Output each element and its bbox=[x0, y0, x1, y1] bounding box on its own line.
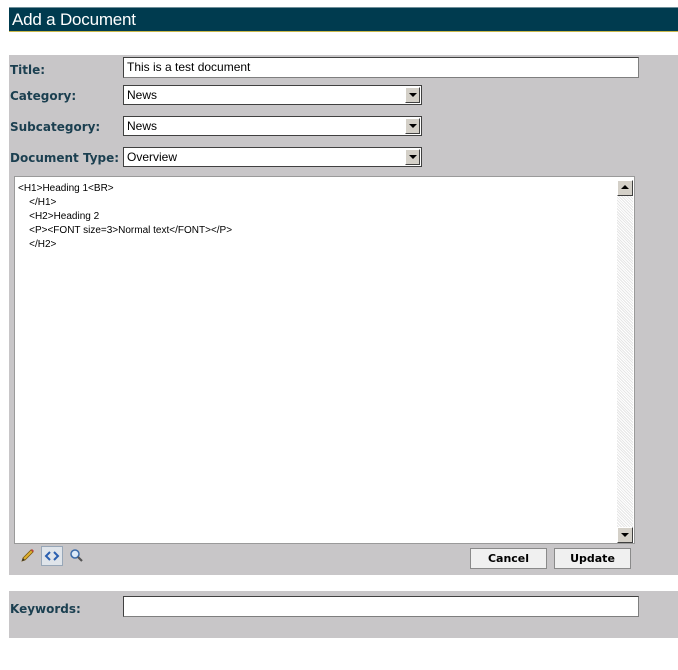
page-header: Add a Document bbox=[9, 7, 678, 32]
pencil-icon[interactable] bbox=[17, 546, 39, 566]
category-select[interactable]: News bbox=[123, 85, 422, 105]
title-input-value: This is a test document bbox=[127, 60, 251, 74]
title-label: Title: bbox=[10, 63, 46, 77]
chevron-down-icon[interactable] bbox=[405, 149, 420, 165]
editor-content[interactable]: <H1>Heading 1<BR> </H1> <H2>Heading 2 <P… bbox=[18, 182, 232, 252]
editor-scrollbar[interactable] bbox=[617, 180, 633, 543]
chevron-down-icon[interactable] bbox=[405, 87, 420, 103]
editor-toolbar: Cancel Update bbox=[14, 544, 635, 569]
subcategory-select-value: News bbox=[127, 119, 158, 133]
title-input[interactable]: This is a test document bbox=[123, 57, 639, 78]
document-type-label: Document Type: bbox=[10, 151, 120, 165]
code-view-icon[interactable] bbox=[41, 546, 63, 566]
update-button[interactable]: Update bbox=[554, 548, 631, 569]
document-type-select[interactable]: Overview bbox=[123, 147, 422, 167]
cancel-button[interactable]: Cancel bbox=[470, 548, 547, 569]
keywords-panel: Keywords: bbox=[9, 591, 678, 638]
preview-icon[interactable] bbox=[66, 546, 88, 566]
scroll-up-icon[interactable] bbox=[617, 180, 633, 196]
keywords-input[interactable] bbox=[123, 596, 639, 617]
keywords-label: Keywords: bbox=[10, 602, 81, 616]
subcategory-label: Subcategory: bbox=[10, 120, 101, 134]
document-type-select-value: Overview bbox=[127, 150, 178, 164]
scroll-down-icon[interactable] bbox=[617, 527, 633, 543]
category-select-value: News bbox=[127, 88, 158, 102]
html-editor[interactable]: <H1>Heading 1<BR> </H1> <H2>Heading 2 <P… bbox=[14, 176, 635, 544]
category-label: Category: bbox=[10, 89, 77, 103]
page-title: Add a Document bbox=[12, 10, 136, 29]
subcategory-select[interactable]: News bbox=[123, 116, 422, 136]
chevron-down-icon[interactable] bbox=[405, 118, 420, 134]
